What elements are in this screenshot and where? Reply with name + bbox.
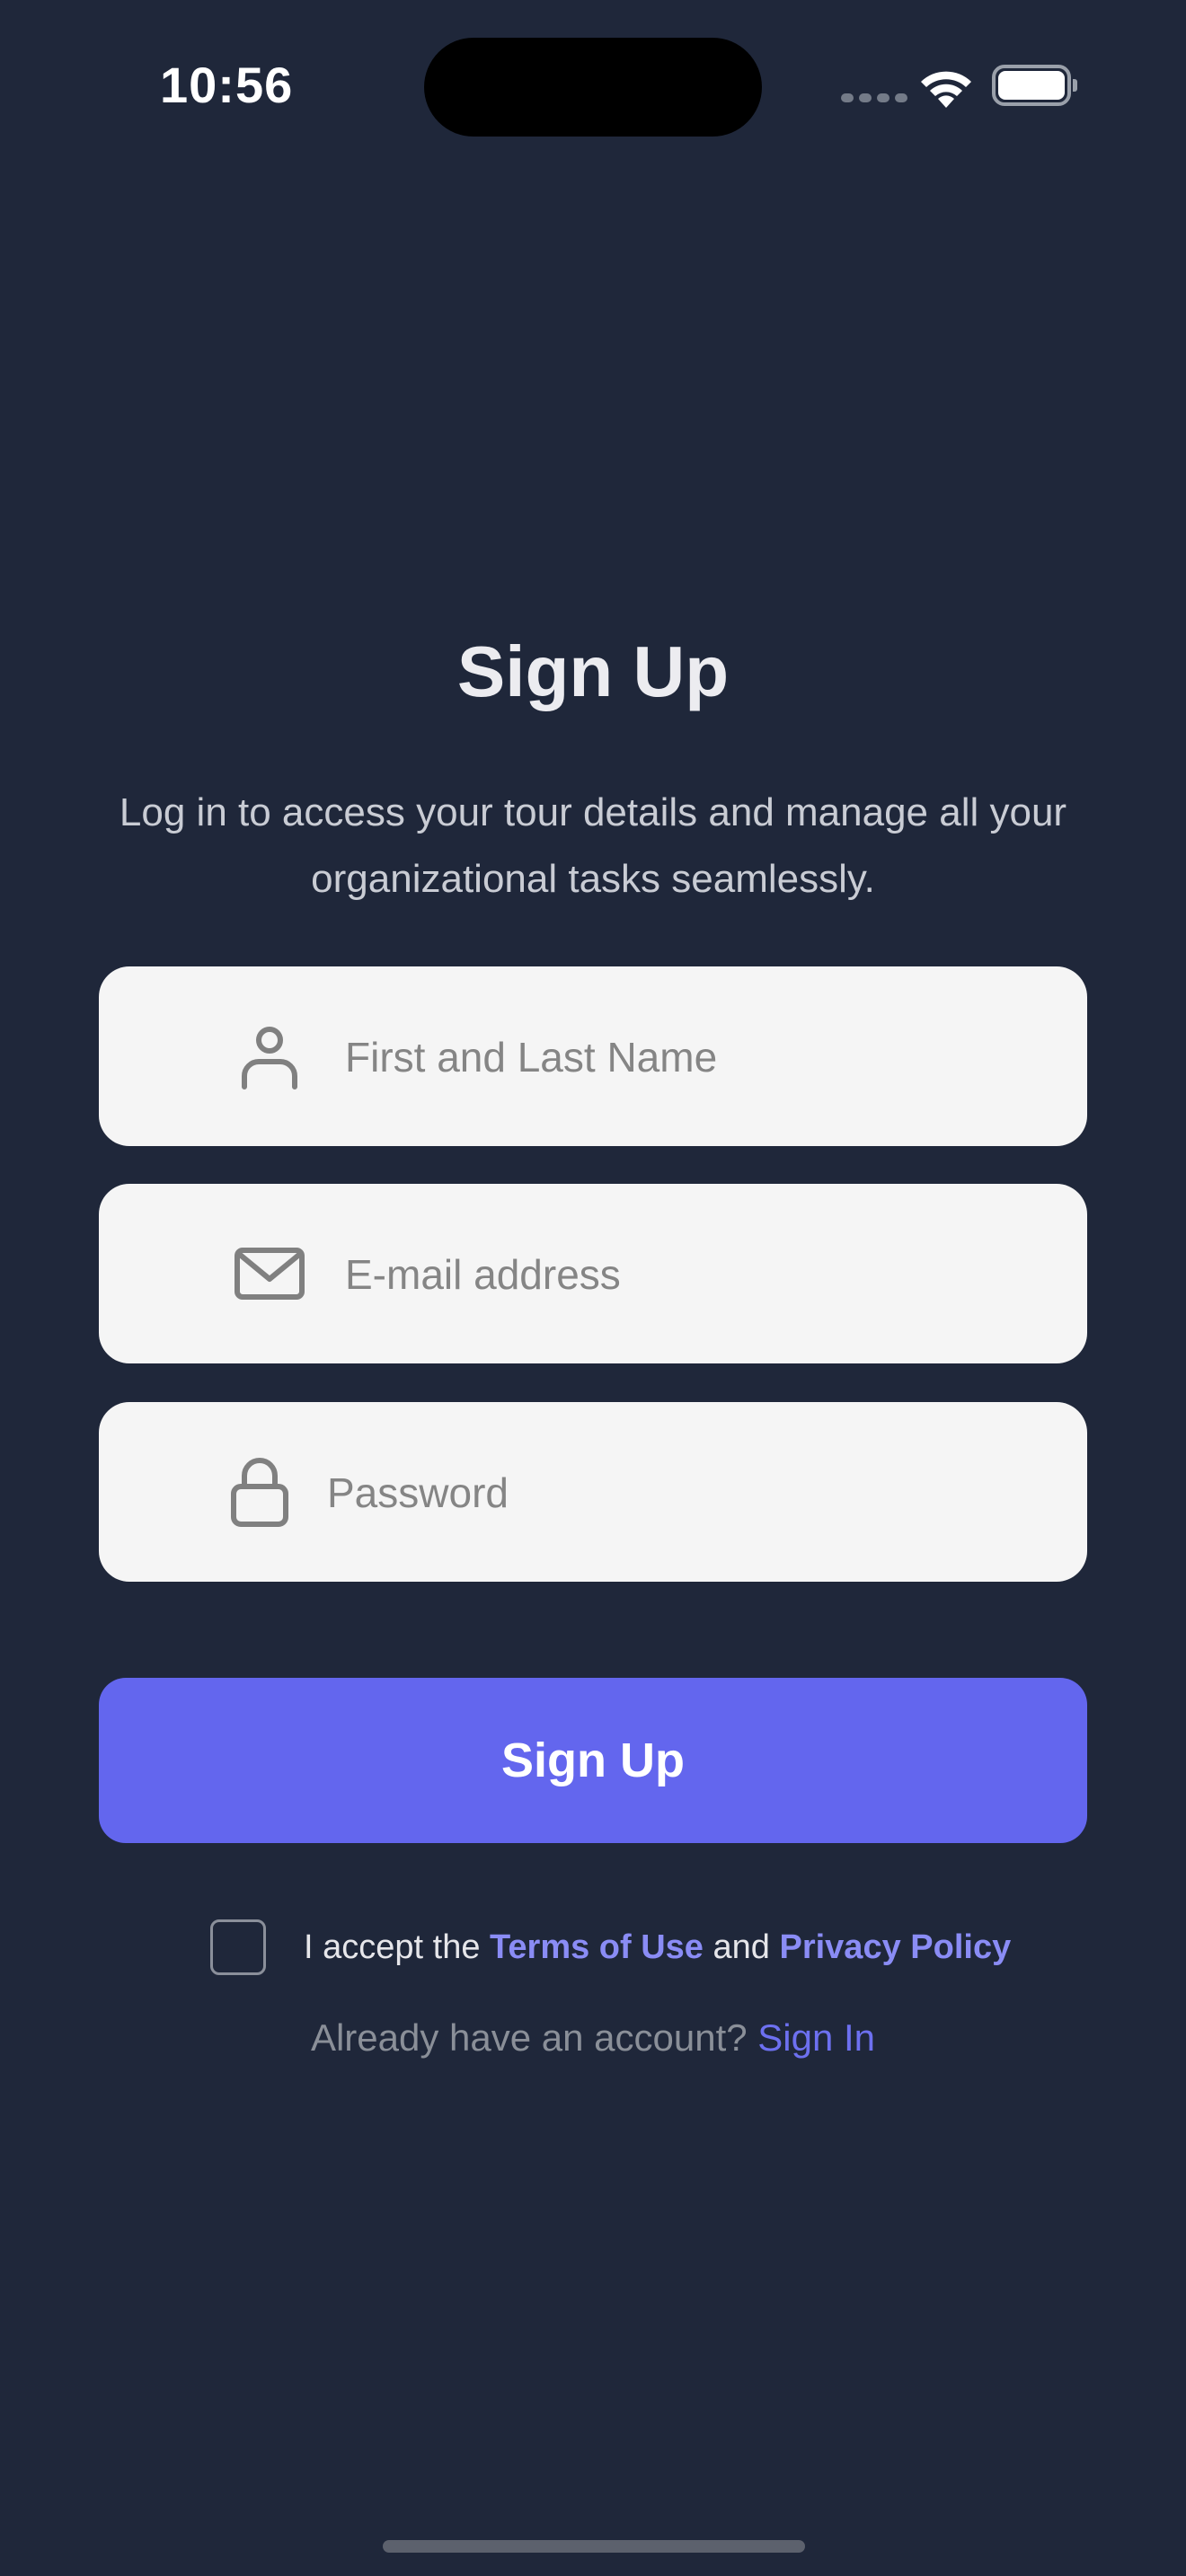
terms-row: I accept the Terms of Use and Privacy Po… bbox=[210, 1919, 1011, 1976]
terms-of-use-link[interactable]: Terms of Use bbox=[490, 1928, 704, 1966]
sign-up-button[interactable]: Sign Up bbox=[99, 1678, 1087, 1843]
terms-prefix: I accept the bbox=[304, 1928, 491, 1966]
name-input[interactable] bbox=[343, 1011, 1051, 1103]
lock-icon bbox=[231, 1458, 288, 1527]
status-bar: 10:56 bbox=[0, 0, 1186, 171]
subtitle-line-2: organizational tasks seamlessly. bbox=[311, 857, 875, 901]
envelope-icon bbox=[235, 1248, 305, 1300]
email-field-container[interactable] bbox=[99, 1184, 1087, 1363]
signin-row: Already have an account? Sign In bbox=[0, 2016, 1186, 2060]
password-input[interactable] bbox=[325, 1447, 1051, 1539]
dynamic-island bbox=[424, 38, 762, 137]
email-input[interactable] bbox=[343, 1229, 1051, 1320]
wifi-icon bbox=[921, 71, 971, 108]
password-field-container[interactable] bbox=[99, 1402, 1087, 1582]
name-field-container[interactable] bbox=[99, 966, 1087, 1146]
terms-checkbox[interactable] bbox=[210, 1919, 266, 1975]
terms-middle: and bbox=[703, 1928, 780, 1966]
signin-prompt: Already have an account? bbox=[310, 2016, 758, 2059]
person-icon bbox=[242, 1027, 297, 1090]
page-subtitle: Log in to access your tour details and m… bbox=[90, 780, 1096, 913]
subtitle-line-1: Log in to access your tour details and m… bbox=[119, 790, 1067, 834]
page-title: Sign Up bbox=[456, 631, 730, 711]
sign-in-link[interactable]: Sign In bbox=[757, 2016, 875, 2059]
terms-text: I accept the Terms of Use and Privacy Po… bbox=[304, 1928, 1011, 1967]
battery-icon bbox=[992, 65, 1077, 106]
home-indicator[interactable] bbox=[383, 2540, 805, 2553]
cellular-signal-icon bbox=[841, 93, 907, 102]
privacy-policy-link[interactable]: Privacy Policy bbox=[779, 1928, 1011, 1966]
status-time: 10:56 bbox=[160, 57, 294, 113]
